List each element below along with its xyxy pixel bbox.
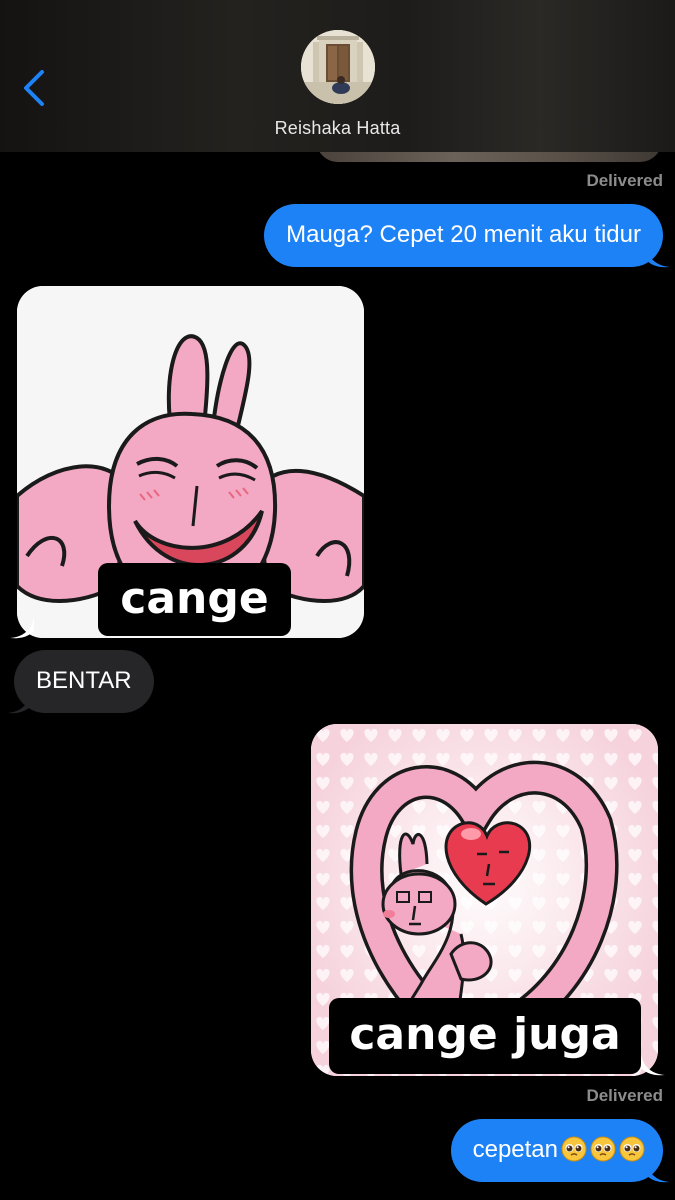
bubble-tail bbox=[7, 692, 31, 714]
pleading-face-icon bbox=[619, 1136, 645, 1162]
image-caption: cange bbox=[98, 563, 291, 636]
bubble-tail bbox=[646, 246, 670, 268]
bubble-tail bbox=[646, 1161, 670, 1183]
message-text: Mauga? Cepet 20 menit aku tidur bbox=[286, 221, 641, 248]
bubble-tail bbox=[641, 1054, 665, 1076]
delivered-status: Delivered bbox=[586, 171, 663, 190]
sent-message-bubble[interactable]: Mauga? Cepet 20 menit aku tidur bbox=[264, 204, 670, 268]
bubble-tail bbox=[10, 617, 34, 639]
received-image-message[interactable]: cange bbox=[17, 286, 364, 638]
contact-avatar[interactable] bbox=[301, 30, 375, 104]
message-text: cepetan bbox=[472, 1136, 558, 1163]
sent-message-bubble[interactable]: cepetan bbox=[450, 1119, 670, 1183]
contact-name[interactable]: Reishaka Hatta bbox=[0, 118, 675, 139]
message-text: BENTAR bbox=[36, 667, 132, 694]
chevron-left-icon[interactable] bbox=[16, 62, 56, 114]
conversation-header: Reishaka Hatta bbox=[0, 0, 675, 152]
sent-image-message[interactable]: cange juga bbox=[311, 724, 658, 1076]
image-caption: cange juga bbox=[329, 998, 641, 1074]
delivered-status: Delivered bbox=[586, 1086, 663, 1105]
pleading-face-icon bbox=[561, 1136, 587, 1162]
received-message-bubble[interactable]: BENTAR bbox=[7, 650, 154, 714]
pleading-face-icon bbox=[590, 1136, 616, 1162]
